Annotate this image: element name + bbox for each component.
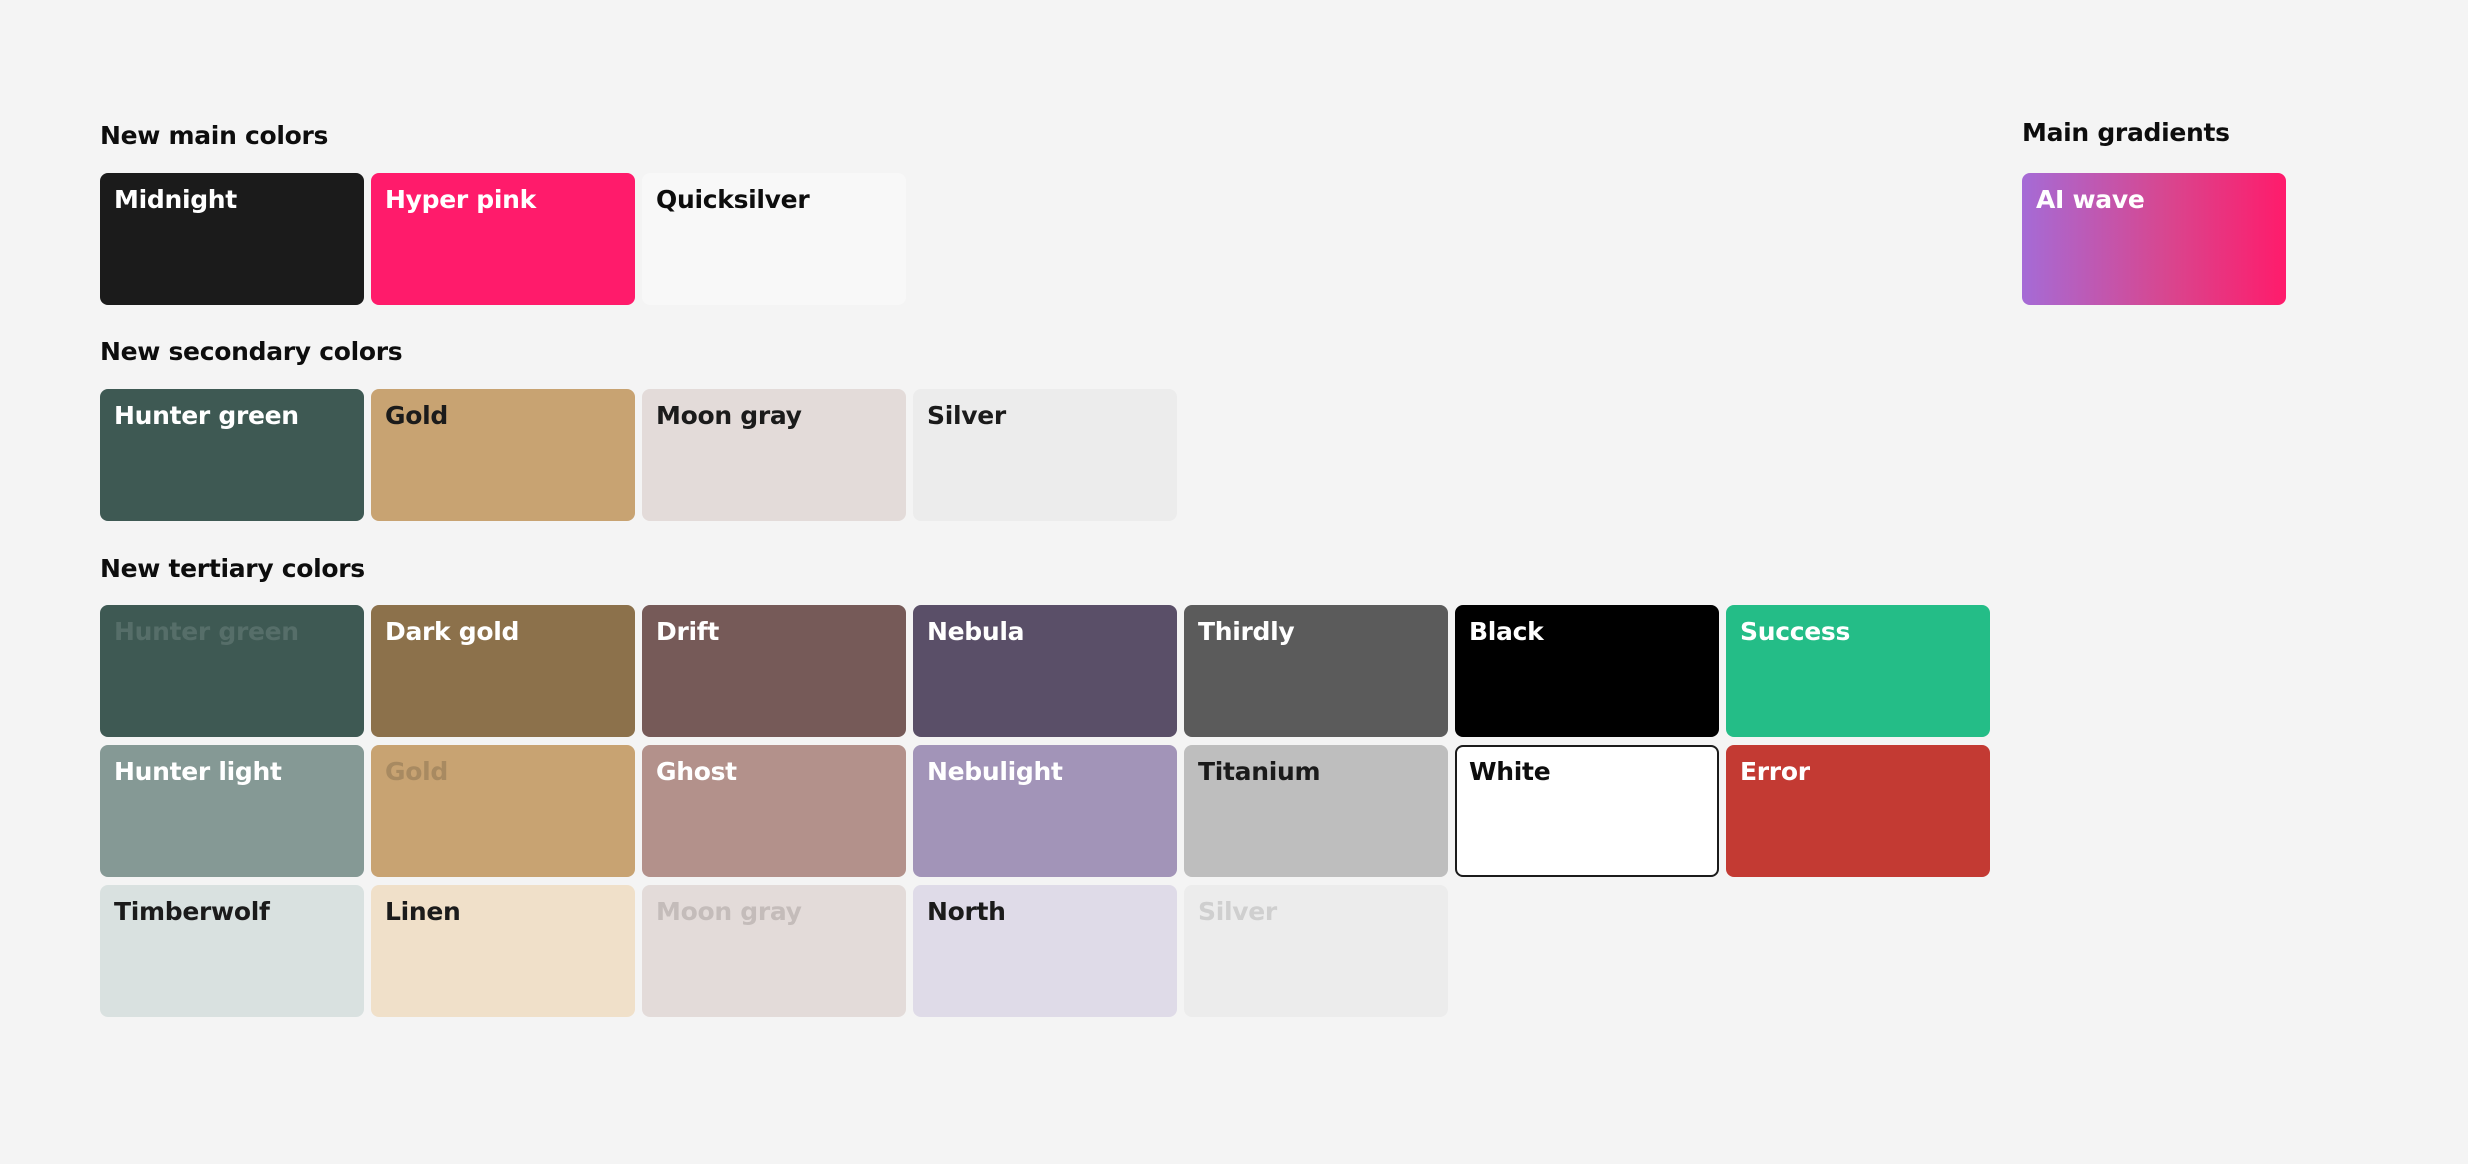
color-swatch-gold[interactable]: Gold bbox=[371, 745, 635, 877]
swatch-label: Drift bbox=[656, 617, 719, 646]
swatch-label: AI wave bbox=[2036, 185, 2145, 214]
swatch-label: Hunter light bbox=[114, 757, 282, 786]
color-swatch-ai-wave[interactable]: AI wave bbox=[2022, 173, 2286, 305]
swatch-label: Titanium bbox=[1198, 757, 1321, 786]
color-swatch-white[interactable]: White bbox=[1455, 745, 1719, 877]
swatch-label: Midnight bbox=[114, 185, 237, 214]
swatch-label: Thirdly bbox=[1198, 617, 1295, 646]
swatch-label: Linen bbox=[385, 897, 461, 926]
color-swatch-success[interactable]: Success bbox=[1726, 605, 1990, 737]
color-swatch-hyper-pink[interactable]: Hyper pink bbox=[371, 173, 635, 305]
swatch-label: Quicksilver bbox=[656, 185, 810, 214]
main-colors-heading: New main colors bbox=[100, 121, 329, 150]
color-swatch-quicksilver[interactable]: Quicksilver bbox=[642, 173, 906, 305]
tertiary-colors-heading: New tertiary colors bbox=[100, 554, 365, 583]
color-swatch-silver[interactable]: Silver bbox=[1184, 885, 1448, 1017]
swatch-label: Success bbox=[1740, 617, 1851, 646]
tertiary-colors-row-1: Hunter green Dark gold Drift Nebula Thirdly B… bbox=[100, 605, 1990, 737]
color-swatch-midnight[interactable]: Midnight bbox=[100, 173, 364, 305]
color-swatch-gold[interactable]: Gold bbox=[371, 389, 635, 521]
color-swatch-black[interactable]: Black bbox=[1455, 605, 1719, 737]
swatch-label: Hyper pink bbox=[385, 185, 536, 214]
main-gradients-heading: Main gradients bbox=[2022, 118, 2230, 147]
swatch-label: Moon gray bbox=[656, 897, 802, 926]
color-swatch-timberwolf[interactable]: Timberwolf bbox=[100, 885, 364, 1017]
main-gradients-row: AI wave bbox=[2022, 173, 2286, 305]
swatch-label: Hunter green bbox=[114, 401, 299, 430]
color-swatch-hunter-green[interactable]: Hunter green bbox=[100, 605, 364, 737]
swatch-label: Silver bbox=[927, 401, 1006, 430]
swatch-label: Timberwolf bbox=[114, 897, 270, 926]
swatch-label: North bbox=[927, 897, 1006, 926]
swatch-label: Nebula bbox=[927, 617, 1025, 646]
main-colors-row: Midnight Hyper pink Quicksilver bbox=[100, 173, 906, 305]
color-swatch-thirdly[interactable]: Thirdly bbox=[1184, 605, 1448, 737]
color-swatch-hunter-green[interactable]: Hunter green bbox=[100, 389, 364, 521]
color-swatch-ghost[interactable]: Ghost bbox=[642, 745, 906, 877]
swatch-label: Dark gold bbox=[385, 617, 520, 646]
swatch-label: Error bbox=[1740, 757, 1810, 786]
color-swatch-error[interactable]: Error bbox=[1726, 745, 1990, 877]
tertiary-colors-row-3: Timberwolf Linen Moon gray North Silver bbox=[100, 885, 1448, 1017]
swatch-label: Gold bbox=[385, 401, 448, 430]
color-swatch-linen[interactable]: Linen bbox=[371, 885, 635, 1017]
swatch-label: Silver bbox=[1198, 897, 1277, 926]
swatch-label: Black bbox=[1469, 617, 1544, 646]
color-swatch-dark-gold[interactable]: Dark gold bbox=[371, 605, 635, 737]
swatch-label: Hunter green bbox=[114, 617, 299, 646]
color-swatch-titanium[interactable]: Titanium bbox=[1184, 745, 1448, 877]
color-swatch-moon-gray[interactable]: Moon gray bbox=[642, 389, 906, 521]
color-swatch-silver[interactable]: Silver bbox=[913, 389, 1177, 521]
color-swatch-nebulight[interactable]: Nebulight bbox=[913, 745, 1177, 877]
secondary-colors-heading: New secondary colors bbox=[100, 337, 403, 366]
swatch-label: White bbox=[1469, 757, 1551, 786]
color-swatch-drift[interactable]: Drift bbox=[642, 605, 906, 737]
swatch-label: Gold bbox=[385, 757, 448, 786]
color-swatch-north[interactable]: North bbox=[913, 885, 1177, 1017]
color-swatch-moon-gray[interactable]: Moon gray bbox=[642, 885, 906, 1017]
color-swatch-nebula[interactable]: Nebula bbox=[913, 605, 1177, 737]
color-swatch-hunter-light[interactable]: Hunter light bbox=[100, 745, 364, 877]
secondary-colors-row: Hunter green Gold Moon gray Silver bbox=[100, 389, 1177, 521]
swatch-label: Nebulight bbox=[927, 757, 1063, 786]
swatch-label: Moon gray bbox=[656, 401, 802, 430]
tertiary-colors-row-2: Hunter light Gold Ghost Nebulight Titanium Wh… bbox=[100, 745, 1990, 877]
swatch-label: Ghost bbox=[656, 757, 737, 786]
